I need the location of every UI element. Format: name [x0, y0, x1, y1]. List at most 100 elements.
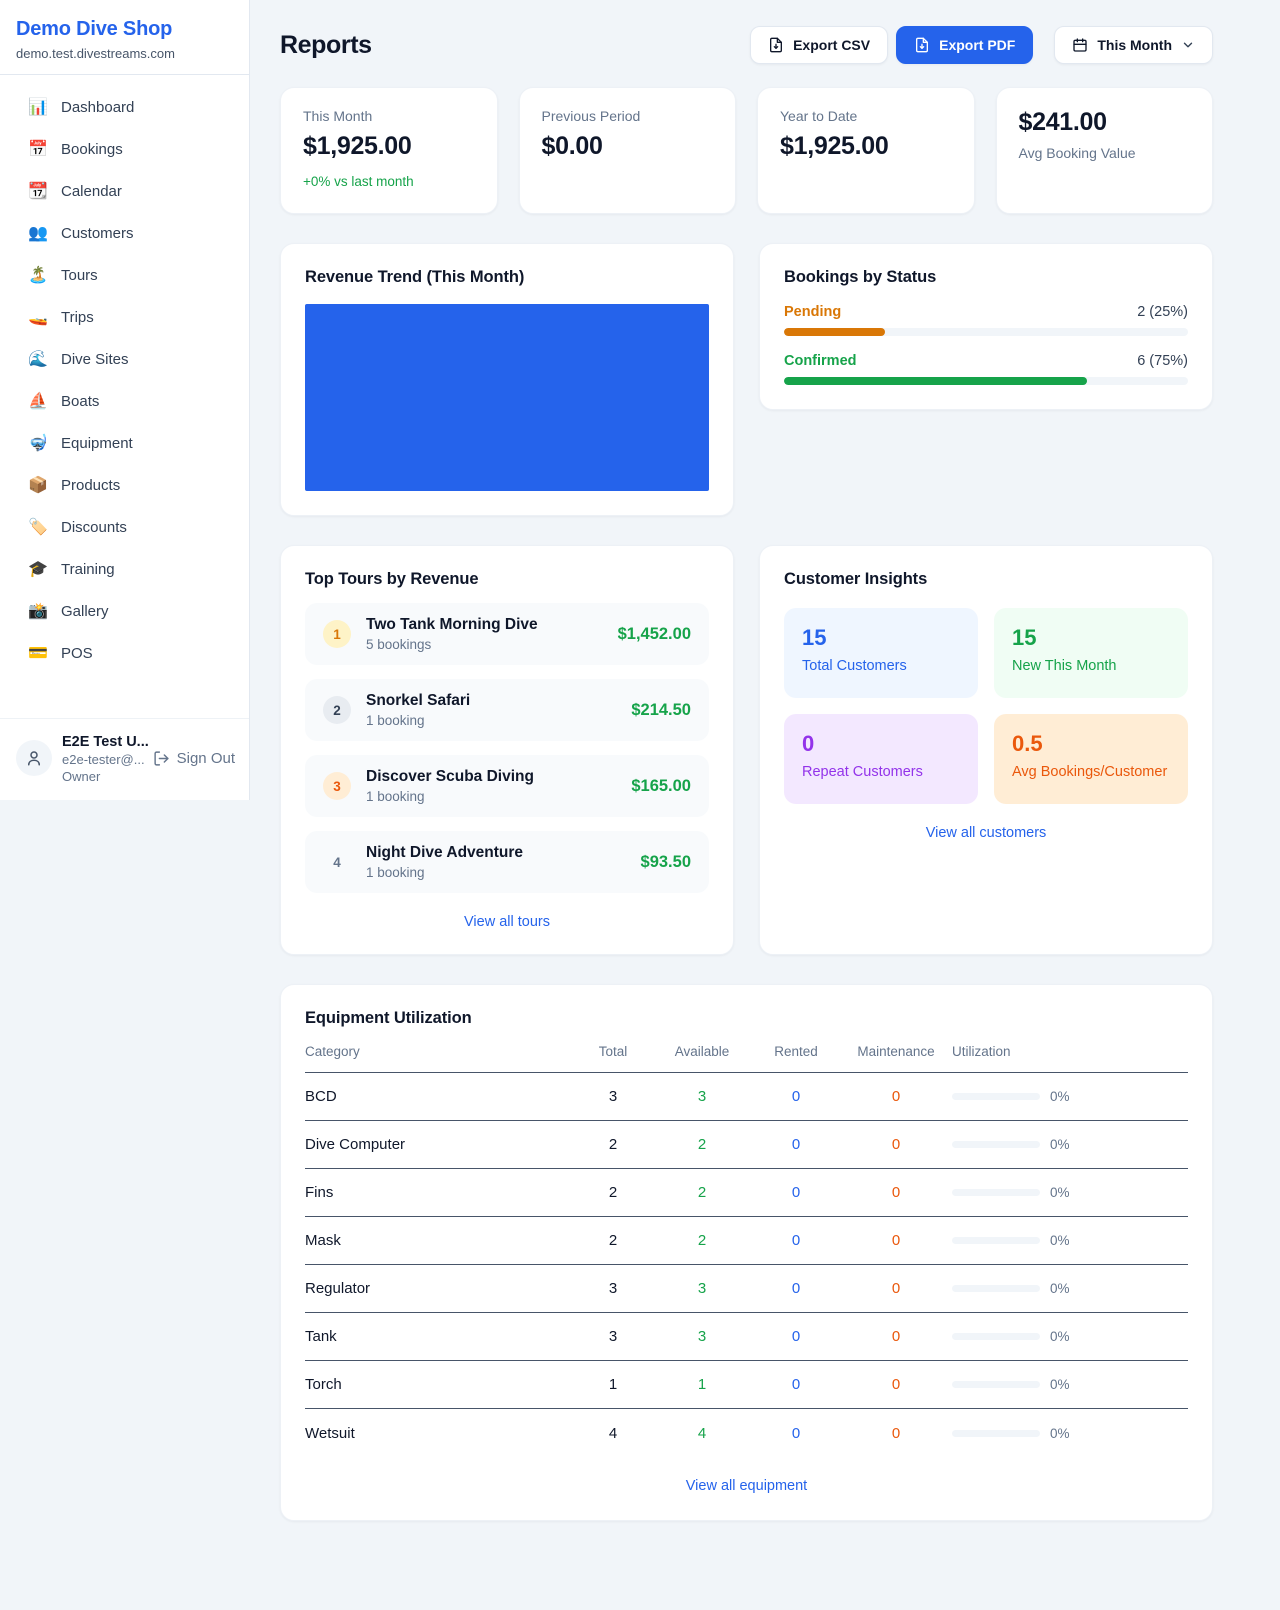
view-all-equipment-link[interactable]: View all equipment	[305, 1478, 1188, 1494]
sidebar-item-trips[interactable]: 🚤 Trips	[0, 297, 249, 339]
table-row: Tank 3 3 0 0 0%	[305, 1313, 1188, 1361]
revenue-trend-bar	[305, 304, 709, 491]
sidebar-item-label: Trips	[61, 307, 94, 329]
equipment-rented: 0	[752, 1280, 840, 1297]
sidebar-item-dive-sites[interactable]: 🌊 Dive Sites	[0, 339, 249, 381]
equipment-rented: 0	[752, 1232, 840, 1249]
period-dropdown[interactable]: This Month	[1054, 26, 1213, 64]
table-row: Fins 2 2 0 0 0%	[305, 1169, 1188, 1217]
insight-value: 0.5	[1012, 731, 1170, 757]
lists-row: Top Tours by Revenue 1 Two Tank Morning …	[280, 545, 1213, 955]
export-csv-button[interactable]: Export CSV	[750, 26, 888, 64]
stat-value: $241.00	[1019, 108, 1191, 137]
sidebar-item-label: Tours	[61, 265, 98, 287]
sidebar-item-calendar[interactable]: 📆 Calendar	[0, 171, 249, 213]
insight-value: 15	[802, 625, 960, 651]
view-all-tours-link[interactable]: View all tours	[305, 914, 709, 930]
equipment-total: 3	[574, 1328, 652, 1345]
utilization-bar-track	[952, 1093, 1040, 1100]
export-pdf-label: Export PDF	[939, 37, 1015, 53]
status-bar-fill	[784, 328, 885, 336]
equipment-category: Wetsuit	[305, 1425, 574, 1442]
tour-name: Discover Scuba Diving	[366, 768, 534, 786]
insights-grid: 15 Total Customers 15 New This Month 0 R…	[784, 608, 1188, 804]
tour-rank-badge: 2	[323, 696, 351, 724]
brand: Demo Dive Shop demo.test.divestreams.com	[0, 0, 249, 75]
equipment-total: 1	[574, 1376, 652, 1393]
equipment-category: Tank	[305, 1328, 574, 1345]
equipment-category: Dive Computer	[305, 1136, 574, 1153]
sidebar-user-footer: E2E Test U... e2e-tester@... Owner Sign …	[0, 718, 249, 800]
equipment-utilization-cell: 0%	[952, 1137, 1188, 1152]
equipment-category: BCD	[305, 1088, 574, 1105]
stat-value: $0.00	[542, 132, 714, 161]
equipment-total: 2	[574, 1184, 652, 1201]
tour-row: 4 Night Dive Adventure 1 booking $93.50	[305, 831, 709, 893]
sidebar-nav: 📊 Dashboard 📅 Bookings 📆 Calendar 👥 Cust…	[0, 75, 249, 681]
table-row: Mask 2 2 0 0 0%	[305, 1217, 1188, 1265]
table-row: Wetsuit 4 4 0 0 0%	[305, 1409, 1188, 1457]
charts-row: Revenue Trend (This Month) Bookings by S…	[280, 243, 1213, 516]
sidebar-item-bookings[interactable]: 📅 Bookings	[0, 129, 249, 171]
tour-bookings: 1 booking	[366, 865, 523, 880]
app-root: Demo Dive Shop demo.test.divestreams.com…	[0, 0, 1280, 1610]
equipment-available: 3	[652, 1280, 752, 1297]
top-tours-title: Top Tours by Revenue	[305, 570, 709, 589]
top-tours-card: Top Tours by Revenue 1 Two Tank Morning …	[280, 545, 734, 955]
page-title: Reports	[280, 31, 372, 60]
equipment-available: 2	[652, 1232, 752, 1249]
insight-label: Total Customers	[802, 658, 960, 674]
people-icon: 👥	[28, 223, 48, 245]
tour-row: 1 Two Tank Morning Dive 5 bookings $1,45…	[305, 603, 709, 665]
stat-label: Previous Period	[542, 108, 714, 124]
sidebar-item-gallery[interactable]: 📸 Gallery	[0, 591, 249, 633]
stat-value: $1,925.00	[303, 132, 475, 161]
equipment-category: Torch	[305, 1376, 574, 1393]
sidebar: Demo Dive Shop demo.test.divestreams.com…	[0, 0, 250, 800]
equipment-available: 4	[652, 1425, 752, 1442]
status-count: 6 (75%)	[1137, 353, 1188, 369]
insight-total-customers: 15 Total Customers	[784, 608, 978, 698]
stat-card-previous-period: Previous Period $0.00	[519, 87, 737, 214]
equipment-utilization-cell: 0%	[952, 1426, 1188, 1441]
utilization-percent: 0%	[1050, 1329, 1070, 1344]
stat-label: This Month	[303, 108, 475, 124]
tour-bookings: 1 booking	[366, 789, 534, 804]
sidebar-item-tours[interactable]: 🏝️ Tours	[0, 255, 249, 297]
sidebar-item-pos[interactable]: 💳 POS	[0, 633, 249, 675]
sailboat-icon: ⛵	[28, 391, 48, 413]
sidebar-item-label: Equipment	[61, 433, 133, 455]
equipment-maintenance: 0	[840, 1425, 952, 1442]
equipment-rented: 0	[752, 1376, 840, 1393]
equipment-rented: 0	[752, 1088, 840, 1105]
calendar-icon: 📅	[28, 139, 48, 161]
equipment-utilization-cell: 0%	[952, 1185, 1188, 1200]
camera-icon: 📸	[28, 601, 48, 623]
utilization-percent: 0%	[1050, 1089, 1070, 1104]
sign-out-button[interactable]: Sign Out	[153, 750, 235, 767]
sidebar-item-dashboard[interactable]: 📊 Dashboard	[0, 87, 249, 129]
equipment-utilization-cell: 0%	[952, 1377, 1188, 1392]
user-name: E2E Test U...	[62, 734, 143, 750]
sidebar-item-label: Discounts	[61, 517, 127, 539]
sidebar-item-training[interactable]: 🎓 Training	[0, 549, 249, 591]
equipment-utilization-title: Equipment Utilization	[305, 1009, 1188, 1028]
export-pdf-button[interactable]: Export PDF	[896, 26, 1033, 64]
file-download-icon	[914, 37, 930, 53]
status-bar-track	[784, 328, 1188, 336]
utilization-bar-track	[952, 1285, 1040, 1292]
avatar	[16, 740, 52, 776]
insight-value: 0	[802, 731, 960, 757]
sidebar-item-label: Customers	[61, 223, 134, 245]
view-all-customers-link[interactable]: View all customers	[784, 825, 1188, 841]
equipment-maintenance: 0	[840, 1376, 952, 1393]
revenue-trend-title: Revenue Trend (This Month)	[305, 268, 709, 287]
sidebar-item-boats[interactable]: ⛵ Boats	[0, 381, 249, 423]
sidebar-item-discounts[interactable]: 🏷️ Discounts	[0, 507, 249, 549]
equipment-rented: 0	[752, 1136, 840, 1153]
equipment-available: 2	[652, 1184, 752, 1201]
sidebar-item-products[interactable]: 📦 Products	[0, 465, 249, 507]
table-row: Dive Computer 2 2 0 0 0%	[305, 1121, 1188, 1169]
sidebar-item-equipment[interactable]: 🤿 Equipment	[0, 423, 249, 465]
sidebar-item-customers[interactable]: 👥 Customers	[0, 213, 249, 255]
